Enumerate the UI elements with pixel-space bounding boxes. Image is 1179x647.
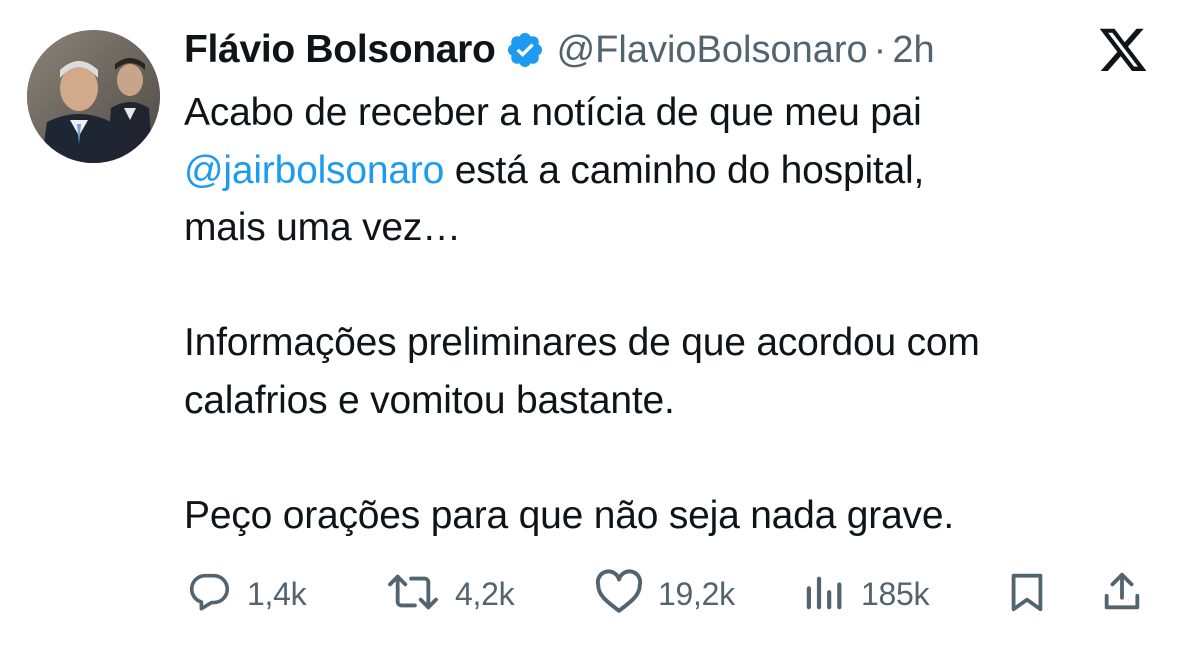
repost-button[interactable]: 4,2k — [385, 566, 515, 622]
share-icon — [1099, 569, 1145, 620]
tweet-line: calafrios e vomitou bastante. — [184, 378, 675, 422]
tweet-card: Flávio Bolsonaro @FlavioBolsonaro · 2h A… — [0, 0, 1179, 647]
repost-icon — [385, 569, 441, 620]
separator-dot: · — [873, 28, 887, 71]
views-button[interactable]: 185k — [801, 566, 930, 622]
like-count: 19,2k — [658, 575, 735, 612]
tweet-timestamp[interactable]: 2h — [892, 29, 934, 72]
tweet-line-text: está a caminho do hospital, — [454, 148, 925, 192]
reply-count: 1,4k — [247, 575, 307, 612]
reply-icon — [187, 569, 233, 620]
tweet-line: mais uma vez… — [184, 206, 461, 249]
action-bar: 1,4k 4,2k 19,2k 185k — [0, 566, 1179, 622]
avatar-photo — [27, 30, 160, 163]
mention-link[interactable]: @jairbolsonaro — [184, 149, 444, 192]
author-handle[interactable]: @FlavioBolsonaro — [557, 29, 868, 72]
tweet-line: Peço orações para que não seja nada grav… — [184, 493, 954, 537]
tweet-line: Informações preliminares de que acordou … — [184, 321, 980, 364]
repost-count: 4,2k — [455, 575, 515, 612]
tweet-header: Flávio Bolsonaro @FlavioBolsonaro · 2h — [184, 22, 935, 78]
avatar[interactable] — [27, 30, 160, 163]
views-count: 185k — [861, 575, 930, 612]
bookmark-button[interactable] — [1004, 566, 1050, 622]
reply-button[interactable]: 1,4k — [187, 566, 307, 622]
tweet-line: @jairbolsonaro está a caminho do hospita… — [184, 142, 1144, 200]
tweet-line: Acabo de receber a notícia de que meu pa… — [184, 91, 922, 134]
bookmark-icon — [1004, 569, 1050, 620]
display-name[interactable]: Flávio Bolsonaro — [184, 28, 496, 72]
heart-icon — [594, 568, 644, 620]
handle-row: @FlavioBolsonaro · 2h — [557, 29, 935, 72]
views-icon — [801, 569, 847, 620]
x-logo-icon — [1097, 28, 1149, 76]
tweet-text: Acabo de receber a notícia de que meu pa… — [184, 84, 1144, 544]
like-button[interactable]: 19,2k — [594, 566, 735, 622]
verified-badge-icon — [505, 30, 545, 70]
share-button[interactable] — [1099, 566, 1145, 622]
